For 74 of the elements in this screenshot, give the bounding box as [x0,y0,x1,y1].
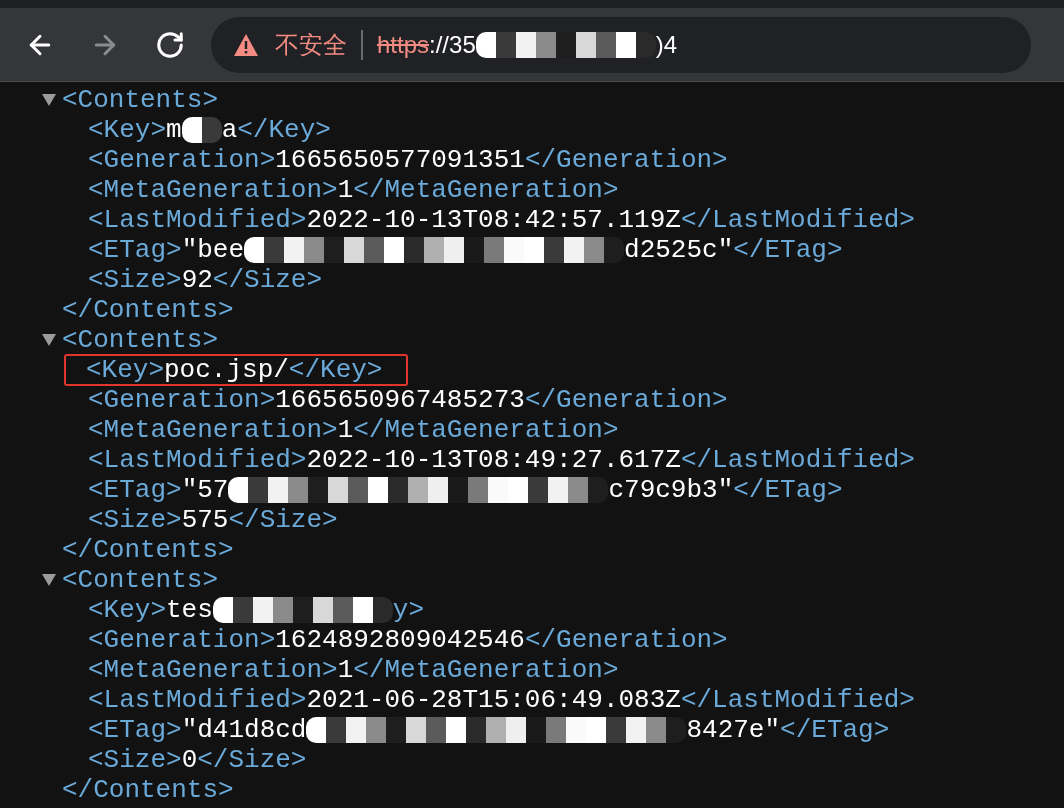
xml-tag: <LastModified> [88,445,307,475]
xml-tag: <ETag> [88,235,182,265]
xml-tag: <Size> [88,505,182,535]
xml-tag: </MetaGeneration> [353,415,619,445]
xml-tag: <MetaGeneration> [88,655,338,685]
xml-value: 1665650967485273 [275,385,525,415]
xml-value: poc.jsp/ [164,355,289,385]
xml-tag: </Key> [288,355,383,385]
xml-tag: </Size> [197,745,307,775]
url-text: )4 [655,29,678,60]
xml-value: a [221,115,238,145]
xml-tag: <MetaGeneration> [88,175,338,205]
xml-value: c79c9b3" [608,475,734,505]
address-bar[interactable]: 不安全 https://35 )4 [211,16,1031,73]
xml-tag: <Generation> [88,145,276,175]
xml-tag: <ETag> [88,715,182,745]
xml-tag: <Key> [88,115,166,145]
xml-value: 1 [337,655,354,685]
xml-value: 1 [337,415,354,445]
xml-value: 92 [181,265,213,295]
xml-value: 2022-10-13T08:49:27.617Z [306,445,681,475]
xml-tag: </Generation> [524,145,728,175]
xml-tag: </ETag> [733,235,843,265]
xml-tag: </Contents> [62,535,234,565]
xml-tag: <ETag> [88,475,182,505]
xml-value: m [166,115,182,145]
xml-tag: y> [392,595,425,625]
xml-tag: </Generation> [524,625,728,655]
mosaic-redaction [181,117,222,143]
xml-value: 1665650577091351 [275,145,525,175]
xml-value: 1 [337,175,354,205]
xml-tag: </LastModified> [680,205,915,235]
xml-tag: </MetaGeneration> [353,655,619,685]
xml-tag: <Size> [88,265,182,295]
security-label: 不安全 [275,29,347,60]
xml-tag: </Contents> [62,295,234,325]
xml-tag: </LastModified> [680,685,915,715]
xml-tag: <Key> [88,595,166,625]
xml-tag: <Contents> [62,565,219,595]
xml-tag: </Key> [237,115,331,145]
xml-tag: </ETag> [733,475,843,505]
xml-tag: </MetaGeneration> [353,175,619,205]
xml-value: 2022-10-13T08:42:57.119Z [306,205,681,235]
url-text: ://35 [429,29,476,60]
xml-value: 575 [181,505,229,535]
collapse-triangle-icon[interactable] [42,573,56,587]
xml-value: 0 [181,745,198,775]
xml-tag: </Generation> [524,385,728,415]
xml-tag: <Key> [86,355,164,385]
xml-value: "57 [181,475,229,505]
xml-tag: <Contents> [62,325,219,355]
xml-value: 2021-06-28T15:06:49.083Z [306,685,681,715]
xml-value: "bee [181,235,245,265]
xml-tag: <LastModified> [88,685,307,715]
xml-value: d2525c" [624,235,734,265]
xml-tag: </Contents> [62,775,234,805]
xml-tag: </Size> [212,265,323,295]
collapse-triangle-icon[interactable] [42,93,56,107]
xml-tag: </LastModified> [680,445,915,475]
xml-tag: </ETag> [780,715,890,745]
collapse-triangle-icon[interactable] [42,333,56,347]
xml-value: tes [166,595,213,625]
xml-tag: <Size> [88,745,182,775]
xml-value: "d41d8cd [181,715,307,745]
warning-icon [233,32,259,57]
xml-value: 8427e" [686,715,781,745]
xml-tag: </Size> [228,505,338,535]
xml-tag: <Generation> [88,625,276,655]
xml-tag: <Contents> [62,85,219,115]
xml-tag: <MetaGeneration> [88,415,338,445]
xml-value: 1624892809042546 [275,625,525,655]
url-scheme: https [377,29,430,60]
xml-tag: <Generation> [88,385,276,415]
xml-tag: <LastModified> [88,205,307,235]
